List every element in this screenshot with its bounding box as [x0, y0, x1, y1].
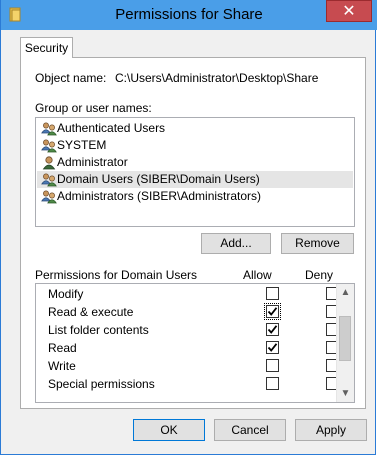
group-names-label: Group or user names:	[35, 101, 152, 115]
permissions-title: Permissions for Domain Users	[35, 268, 198, 282]
object-name-value: C:\Users\Administrator\Desktop\Share	[115, 71, 319, 85]
allow-checkbox[interactable]	[266, 323, 279, 336]
scroll-down-icon[interactable]: ▼	[337, 385, 354, 402]
ok-button[interactable]: OK	[133, 419, 205, 441]
list-item-label: Domain Users (SIBER\Domain Users)	[57, 172, 260, 186]
deny-column-header: Deny	[305, 268, 334, 282]
object-name-label: Object name:	[35, 71, 107, 85]
permissions-scrollbar[interactable]: ▲ ▼	[336, 284, 354, 402]
list-item-label: Administrator	[57, 155, 128, 169]
permission-name: Write	[48, 359, 76, 373]
permission-name: List folder contents	[48, 323, 149, 337]
apply-button[interactable]: Apply	[295, 419, 367, 441]
permission-row: Read & execute	[36, 303, 339, 321]
user-icon	[42, 156, 56, 170]
allow-checkbox[interactable]	[266, 341, 279, 354]
cancel-button[interactable]: Cancel	[214, 419, 286, 441]
users-group-icon	[41, 190, 57, 204]
permission-row: List folder contents	[36, 321, 339, 339]
allow-checkbox[interactable]	[266, 359, 279, 372]
users-group-icon	[41, 173, 57, 187]
list-item[interactable]: Administrator	[37, 154, 353, 171]
permission-row: Write	[36, 357, 339, 375]
permission-row: Read	[36, 339, 339, 357]
allow-column-header: Allow	[243, 268, 272, 282]
list-item-label: Authenticated Users	[57, 121, 166, 135]
allow-checkbox[interactable]	[264, 303, 281, 320]
permission-row: Modify	[36, 285, 339, 303]
group-user-list[interactable]: Authenticated Users SYSTEM Administrator Do…	[35, 117, 355, 227]
list-item-label: SYSTEM	[57, 138, 107, 152]
permission-name: Read	[48, 341, 77, 355]
users-group-icon	[41, 122, 57, 136]
list-item-label: Administrators (SIBER\Administrators)	[57, 189, 262, 203]
scroll-up-icon[interactable]: ▲	[337, 284, 354, 301]
users-group-icon	[41, 139, 57, 153]
permission-name: Read & execute	[48, 305, 134, 319]
remove-button[interactable]: Remove	[281, 233, 354, 254]
scroll-thumb[interactable]	[339, 316, 351, 361]
title-bar[interactable]: Permissions for Share ✕	[1, 0, 377, 30]
close-button[interactable]: ✕	[326, 0, 372, 22]
list-item[interactable]: Administrators (SIBER\Administrators)	[37, 188, 353, 205]
allow-checkbox[interactable]	[266, 377, 279, 390]
list-item[interactable]: SYSTEM	[37, 137, 353, 154]
permission-name: Modify	[48, 287, 84, 301]
tab-security[interactable]: Security	[20, 37, 73, 58]
list-item[interactable]: Authenticated Users	[37, 120, 353, 137]
allow-checkbox[interactable]	[266, 287, 279, 300]
security-panel: Object name: C:\Users\Administrator\Desk…	[20, 57, 366, 409]
add-button[interactable]: Add...	[201, 233, 271, 254]
permission-row: Special permissions	[36, 375, 339, 393]
permissions-list: Special permissions Write Read List folder …	[35, 283, 355, 403]
permissions-dialog: Permissions for Share ✕ Security Object …	[0, 0, 377, 455]
permission-name: Special permissions	[48, 377, 155, 391]
list-item[interactable]: Domain Users (SIBER\Domain Users)	[37, 171, 353, 188]
window-title: Permissions for Share	[115, 6, 263, 23]
